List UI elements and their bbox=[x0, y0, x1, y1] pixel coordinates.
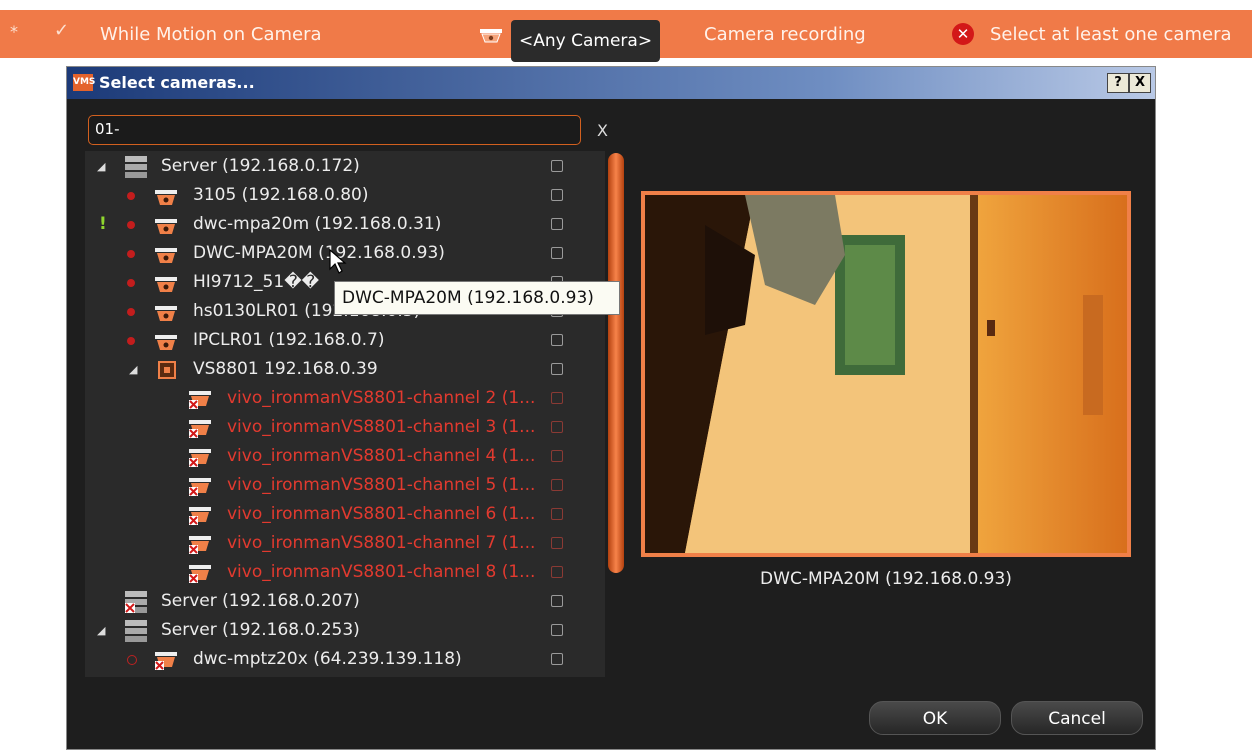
tree-row-server[interactable]: ◢ Server (192.168.0.253) bbox=[85, 616, 585, 645]
tree-row-label: Server (192.168.0.253) bbox=[161, 620, 360, 640]
tree-row-checkbox[interactable] bbox=[551, 566, 563, 578]
search-input[interactable]: 01- bbox=[88, 115, 581, 145]
tree-row-checkbox[interactable] bbox=[551, 247, 563, 259]
tree-row-server[interactable]: Server (192.168.0.207) bbox=[85, 587, 585, 616]
app-logo-icon: VMS bbox=[73, 74, 95, 91]
tree-row-checkbox[interactable] bbox=[551, 508, 563, 520]
tree-row-checkbox[interactable] bbox=[551, 653, 563, 665]
cancel-button[interactable]: Cancel bbox=[1011, 701, 1143, 735]
tree-row-camera[interactable]: dwc-mptz20x (64.239.139.118) bbox=[85, 645, 585, 674]
tree-row-label: DWC-MPA20M (192.168.0.93) bbox=[193, 243, 445, 263]
help-button[interactable]: ? bbox=[1107, 73, 1129, 93]
status-dot-icon bbox=[127, 308, 135, 316]
tree-row-label: vivo_ironmanVS8801-channel 3 (1... bbox=[227, 417, 536, 437]
status-dot-icon bbox=[127, 337, 135, 345]
tree-row-checkbox[interactable] bbox=[551, 421, 563, 433]
tree-row-camera[interactable]: ! dwc-mpa20m (192.168.0.31) bbox=[85, 210, 585, 239]
tree-row-label: vivo_ironmanVS8801-channel 7 (1... bbox=[227, 533, 536, 553]
status-dot-icon bbox=[127, 221, 135, 229]
asterisk-marker: * bbox=[10, 22, 18, 41]
collapse-arrow-icon[interactable]: ◢ bbox=[97, 616, 105, 645]
tree-row-label: VS8801 192.168.0.39 bbox=[193, 359, 378, 379]
tree-row-label: dwc-mpa20m (192.168.0.31) bbox=[193, 214, 442, 234]
tree-row-checkbox[interactable] bbox=[551, 537, 563, 549]
tree-row-channel[interactable]: vivo_ironmanVS8801-channel 3 (1... bbox=[85, 413, 585, 442]
clear-search-button[interactable]: X bbox=[597, 121, 608, 140]
status-dot-icon bbox=[127, 279, 135, 287]
tree-row-checkbox[interactable] bbox=[551, 189, 563, 201]
tree-row-label: vivo_ironmanVS8801-channel 4 (1... bbox=[227, 446, 536, 466]
tree-row-checkbox[interactable] bbox=[551, 334, 563, 346]
tree-row-encoder[interactable]: ◢ VS8801 192.168.0.39 bbox=[85, 355, 585, 384]
camera-icon bbox=[480, 27, 502, 48]
tree-row-checkbox[interactable] bbox=[551, 479, 563, 491]
tree-row-label: HI9712_51�� bbox=[193, 272, 320, 292]
check-icon[interactable]: ✓ bbox=[54, 20, 69, 41]
error-message: Select at least one camera bbox=[990, 24, 1232, 45]
select-cameras-dialog: VMS Select cameras... ? X 01- X ◢ Server… bbox=[66, 66, 1156, 750]
action-label[interactable]: Camera recording bbox=[704, 24, 866, 45]
preview-caption: DWC-MPA20M (192.168.0.93) bbox=[760, 569, 1012, 589]
camera-selector-button[interactable]: <Any Camera> bbox=[511, 20, 661, 62]
tree-row-label: vivo_ironmanVS8801-channel 5 (1... bbox=[227, 475, 536, 495]
tree-row-checkbox[interactable] bbox=[551, 392, 563, 404]
dialog-titlebar[interactable]: VMS Select cameras... ? X bbox=[67, 67, 1155, 99]
collapse-arrow-icon[interactable]: ◢ bbox=[97, 152, 105, 181]
camera-preview bbox=[641, 191, 1131, 557]
tree-row-checkbox[interactable] bbox=[551, 218, 563, 230]
rule-bar: * ✓ While Motion on Camera <Any Camera> … bbox=[0, 10, 1252, 62]
tree-row-channel[interactable]: vivo_ironmanVS8801-channel 6 (1... bbox=[85, 500, 585, 529]
tree-row-server[interactable]: ◢ Server (192.168.0.172) bbox=[85, 152, 585, 181]
status-ring-icon bbox=[127, 655, 137, 665]
camera-tree[interactable]: ◢ Server (192.168.0.172) 3105 (192.168.0… bbox=[85, 151, 605, 677]
condition-label[interactable]: While Motion on Camera bbox=[100, 24, 322, 45]
tree-row-channel[interactable]: vivo_ironmanVS8801-channel 4 (1... bbox=[85, 442, 585, 471]
tree-row-channel[interactable]: vivo_ironmanVS8801-channel 7 (1... bbox=[85, 529, 585, 558]
tree-row-checkbox[interactable] bbox=[551, 595, 563, 607]
tree-row-checkbox[interactable] bbox=[551, 160, 563, 172]
error-icon: ✕ bbox=[952, 23, 974, 45]
tree-scrollbar[interactable] bbox=[608, 153, 624, 573]
mouse-pointer-icon bbox=[329, 248, 347, 279]
tree-row-camera[interactable]: IPCLR01 (192.168.0.7) bbox=[85, 326, 585, 355]
tree-row-checkbox[interactable] bbox=[551, 624, 563, 636]
tree-row-channel[interactable]: vivo_ironmanVS8801-channel 5 (1... bbox=[85, 471, 585, 500]
offline-camera-icon bbox=[155, 651, 177, 680]
tooltip: DWC-MPA20M (192.168.0.93) bbox=[334, 281, 620, 315]
tree-row-label: Server (192.168.0.172) bbox=[161, 156, 360, 176]
close-button[interactable]: X bbox=[1129, 73, 1151, 93]
tree-row-label: dwc-mptz20x (64.239.139.118) bbox=[193, 649, 462, 669]
tree-row-label: IPCLR01 (192.168.0.7) bbox=[193, 330, 385, 350]
tree-row-checkbox[interactable] bbox=[551, 363, 563, 375]
tree-row-label: vivo_ironmanVS8801-channel 2 (1... bbox=[227, 388, 536, 408]
tree-row-label: Server (192.168.0.207) bbox=[161, 591, 360, 611]
tree-row-label: 3105 (192.168.0.80) bbox=[193, 185, 369, 205]
tree-row-camera[interactable]: 3105 (192.168.0.80) bbox=[85, 181, 585, 210]
dialog-title: Select cameras... bbox=[99, 73, 255, 92]
tree-row-checkbox[interactable] bbox=[551, 450, 563, 462]
tree-row-label: vivo_ironmanVS8801-channel 8 (1... bbox=[227, 562, 536, 582]
status-dot-icon bbox=[127, 192, 135, 200]
tree-row-channel[interactable]: vivo_ironmanVS8801-channel 8 (1... bbox=[85, 558, 585, 587]
collapse-arrow-icon[interactable]: ◢ bbox=[129, 355, 137, 384]
preview-frame-image bbox=[645, 195, 1127, 553]
status-dot-icon bbox=[127, 250, 135, 258]
ok-button[interactable]: OK bbox=[869, 701, 1001, 735]
tree-row-label: vivo_ironmanVS8801-channel 6 (1... bbox=[227, 504, 536, 524]
tree-row-channel[interactable]: vivo_ironmanVS8801-channel 2 (1... bbox=[85, 384, 585, 413]
warning-icon: ! bbox=[99, 214, 107, 234]
